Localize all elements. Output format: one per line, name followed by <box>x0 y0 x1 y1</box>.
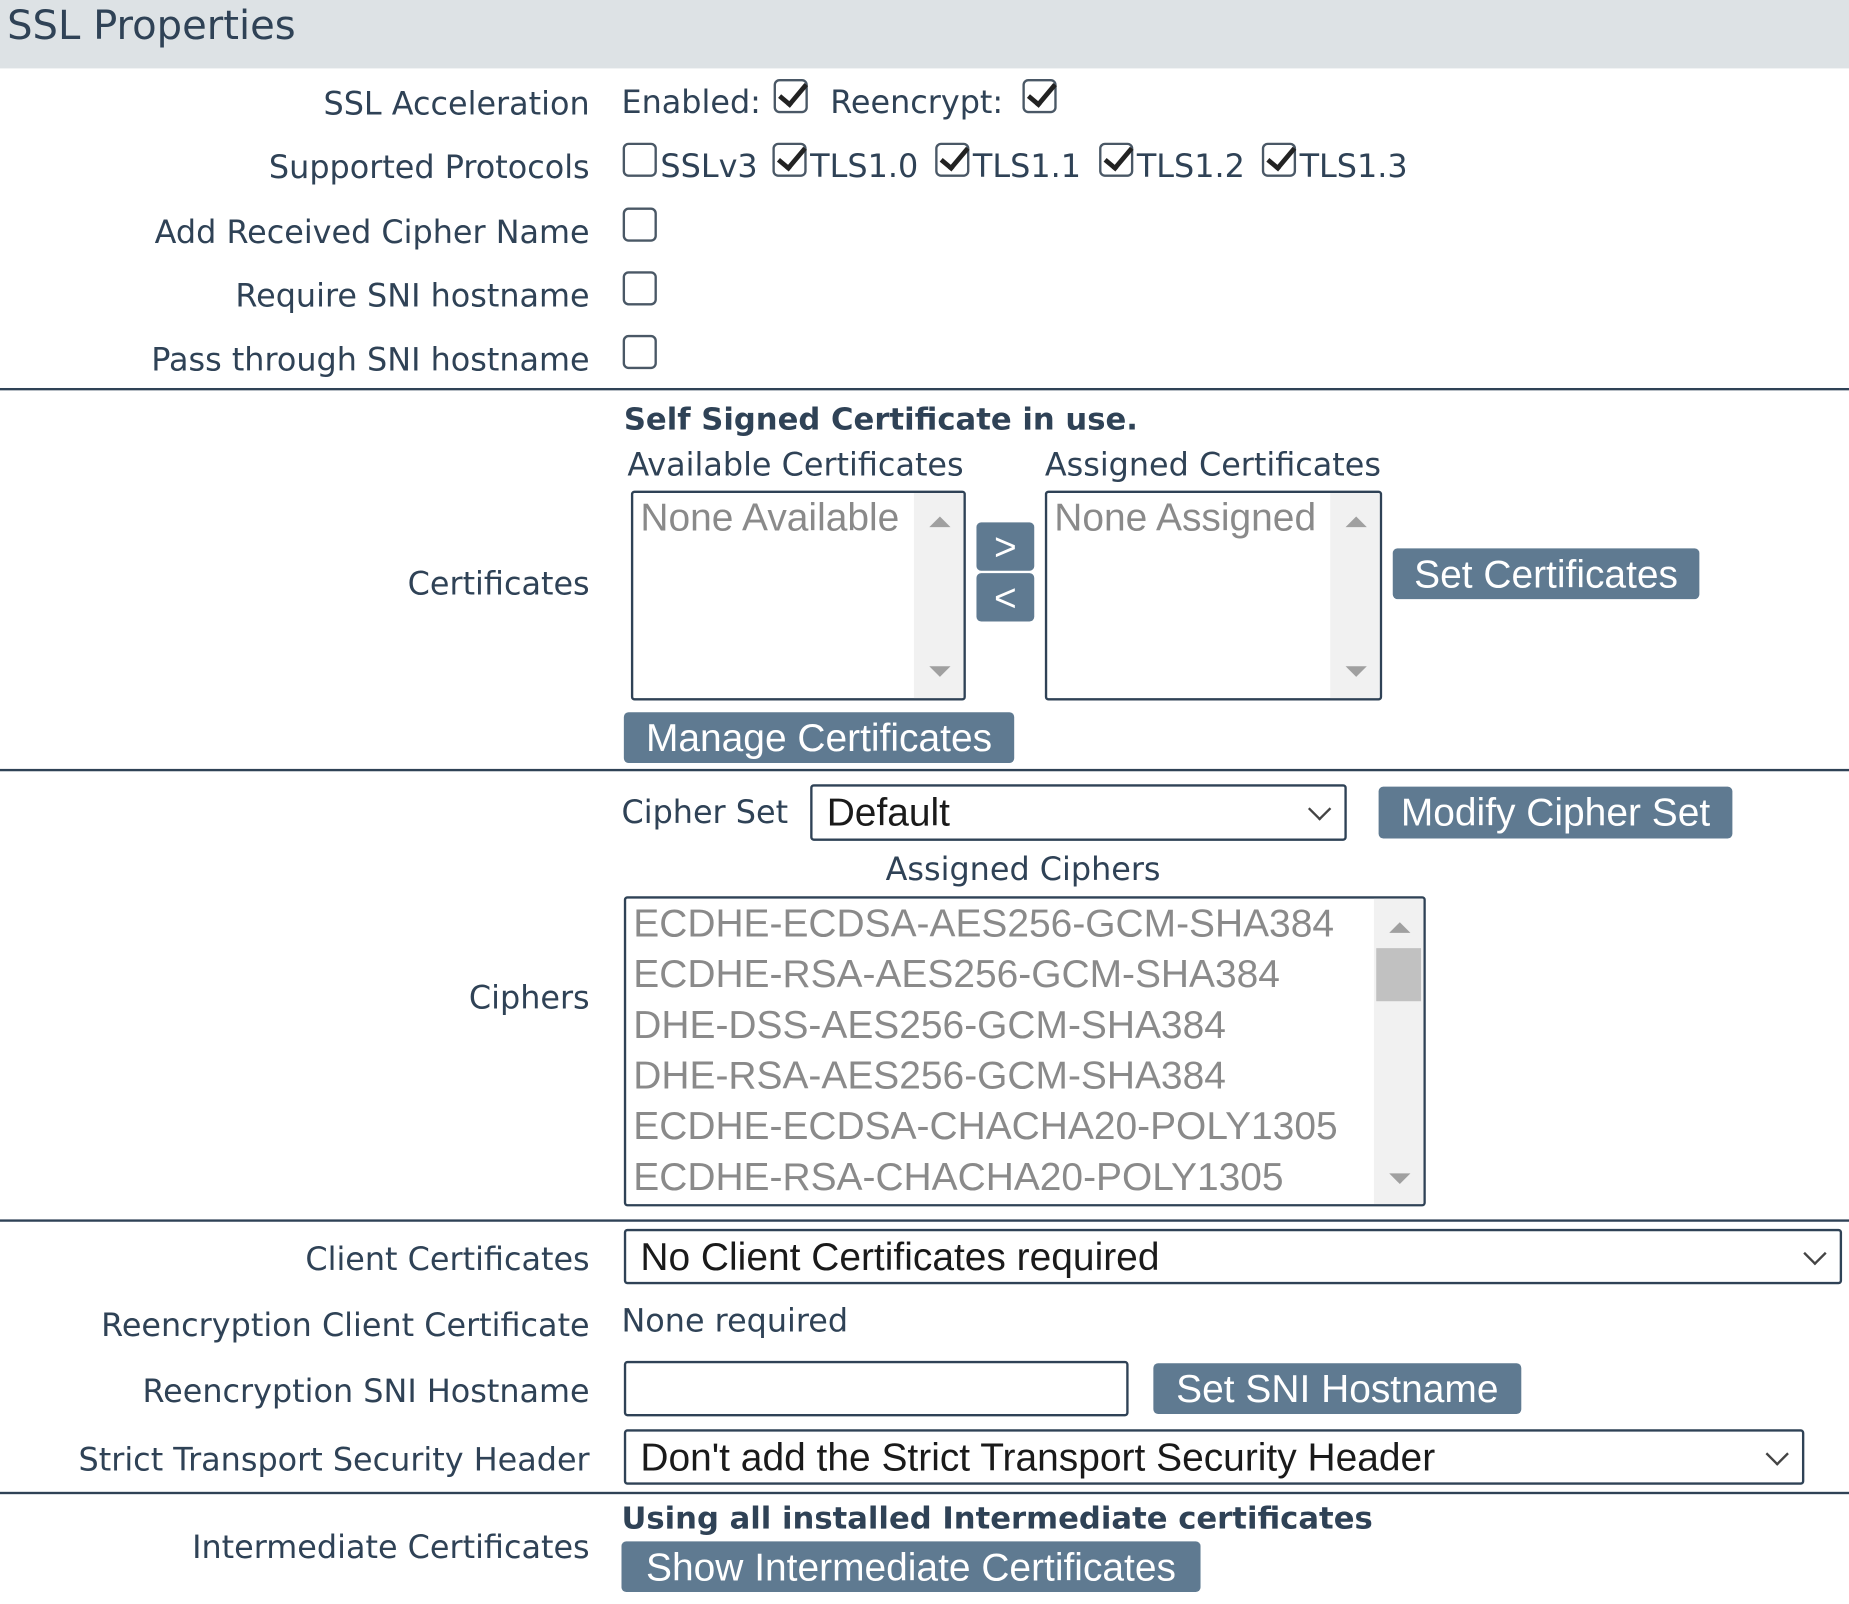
certificates-label: Certificates <box>407 566 590 603</box>
tls10-checkbox[interactable] <box>772 142 807 177</box>
add-cipher-name-label: Add Received Cipher Name <box>154 214 590 252</box>
available-certificates-list[interactable]: None Available <box>630 490 966 701</box>
tls11-checkbox[interactable] <box>935 142 970 177</box>
tls12-label: TLS1.2 <box>1136 148 1245 186</box>
client-certificates-select[interactable]: No Client Certificates required <box>623 1228 1843 1285</box>
divider <box>0 1491 1849 1495</box>
intermediate-certificates-label: Intermediate Certificates <box>192 1529 590 1567</box>
reencrypt-checkbox[interactable] <box>1022 79 1057 114</box>
ssl-properties-panel: SSL Properties SSL Acceleration Enabled:… <box>0 0 1849 1604</box>
scroll-up-icon[interactable] <box>1345 516 1367 528</box>
scrollbar-thumb[interactable] <box>1376 948 1422 1002</box>
cipher-set-label: Cipher Set <box>621 794 789 832</box>
available-certificates-label: Available Certificates <box>627 446 964 484</box>
scroll-up-icon[interactable] <box>929 516 951 528</box>
scroll-up-icon[interactable] <box>1389 922 1411 933</box>
supported-protocols-label: Supported Protocols <box>268 149 590 187</box>
client-certificates-label: Client Certificates <box>305 1241 590 1279</box>
reencrypt-label: Reencrypt: <box>830 84 1004 122</box>
add-cipher-name-checkbox[interactable] <box>622 207 657 242</box>
assigned-ciphers-label: Assigned Ciphers <box>885 851 1161 889</box>
list-item[interactable]: ECDHE-RSA-AES256-GCM-SHA384 <box>626 952 1423 1003</box>
tls10-label: TLS1.0 <box>810 148 919 186</box>
hsts-label: Strict Transport Security Header <box>78 1442 590 1479</box>
reencryption-client-cert-label: Reencryption Client Certificate <box>101 1307 590 1345</box>
chevron-down-icon <box>1307 797 1332 821</box>
reencryption-sni-label: Reencryption SNI Hostname <box>142 1373 590 1411</box>
ssl-acceleration-label: SSL Acceleration <box>323 86 590 123</box>
divider <box>0 1219 1849 1222</box>
modify-cipher-set-button[interactable]: Modify Cipher Set <box>1378 786 1733 839</box>
pass-sni-checkbox[interactable] <box>622 334 657 370</box>
assigned-certificates-list[interactable]: None Assigned <box>1044 490 1383 701</box>
sni-hostname-input[interactable] <box>623 1360 1129 1417</box>
client-certificates-value: No Client Certificates required <box>640 1234 1160 1279</box>
remove-certificate-button[interactable]: < <box>976 573 1035 622</box>
enabled-checkbox[interactable] <box>773 79 808 114</box>
tls11-label: TLS1.1 <box>972 148 1081 186</box>
ciphers-label: Ciphers <box>468 979 590 1017</box>
scrollbar[interactable] <box>913 492 964 699</box>
list-item[interactable]: ECDHE-ECDSA-AES256-GCM-SHA384 <box>626 901 1423 952</box>
chevron-down-icon <box>1765 1442 1789 1466</box>
reencryption-client-cert-value: None required <box>621 1303 849 1340</box>
scroll-down-icon[interactable] <box>1345 666 1367 677</box>
set-certificates-button[interactable]: Set Certificates <box>1392 548 1700 600</box>
enabled-label: Enabled: <box>621 84 761 122</box>
hsts-select[interactable]: Don't add the Strict Transport Security … <box>623 1429 1805 1485</box>
scroll-down-icon[interactable] <box>929 666 951 677</box>
section-header: SSL Properties <box>0 0 1849 69</box>
pass-sni-label: Pass through SNI hostname <box>151 341 590 379</box>
tls12-checkbox[interactable] <box>1099 142 1134 177</box>
list-item[interactable]: DHE-DSS-AES256-GCM-SHA384 <box>626 1002 1423 1053</box>
list-item[interactable]: ECDHE-RSA-CHACHA20-POLY1305 <box>626 1155 1423 1205</box>
add-certificate-button[interactable]: > <box>976 522 1035 571</box>
cipher-set-select[interactable]: Default <box>810 784 1347 841</box>
manage-certificates-button[interactable]: Manage Certificates <box>623 712 1015 764</box>
list-item[interactable]: ECDHE-ECDSA-CHACHA20-POLY1305 <box>626 1104 1423 1155</box>
sslv3-checkbox[interactable] <box>622 142 657 177</box>
tls13-label: TLS1.3 <box>1299 148 1408 186</box>
divider <box>0 387 1849 391</box>
sslv3-label: SSLv3 <box>660 148 758 186</box>
section-title: SSL Properties <box>7 2 296 50</box>
cipher-set-value: Default <box>826 790 950 834</box>
list-item[interactable]: DHE-RSA-AES256-GCM-SHA384 <box>626 1053 1423 1104</box>
scrollbar[interactable] <box>1373 898 1424 1205</box>
require-sni-checkbox[interactable] <box>622 271 657 306</box>
certificate-status: Self Signed Certificate in use. <box>623 402 1138 438</box>
assigned-ciphers-list[interactable]: ECDHE-ECDSA-AES256-GCM-SHA384 ECDHE-RSA-… <box>623 896 1426 1207</box>
hsts-value: Don't add the Strict Transport Security … <box>640 1435 1436 1479</box>
chevron-down-icon <box>1803 1241 1827 1266</box>
intermediate-status: Using all installed Intermediate certifi… <box>621 1501 1373 1537</box>
require-sni-label: Require SNI hostname <box>235 278 590 315</box>
scroll-down-icon[interactable] <box>1389 1173 1411 1185</box>
show-intermediate-certificates-button[interactable]: Show Intermediate Certificates <box>621 1541 1201 1593</box>
scrollbar[interactable] <box>1330 492 1380 699</box>
divider <box>0 768 1849 772</box>
assigned-certificates-label: Assigned Certificates <box>1044 446 1381 484</box>
set-sni-hostname-button[interactable]: Set SNI Hostname <box>1153 1363 1522 1414</box>
tls13-checkbox[interactable] <box>1261 142 1297 177</box>
